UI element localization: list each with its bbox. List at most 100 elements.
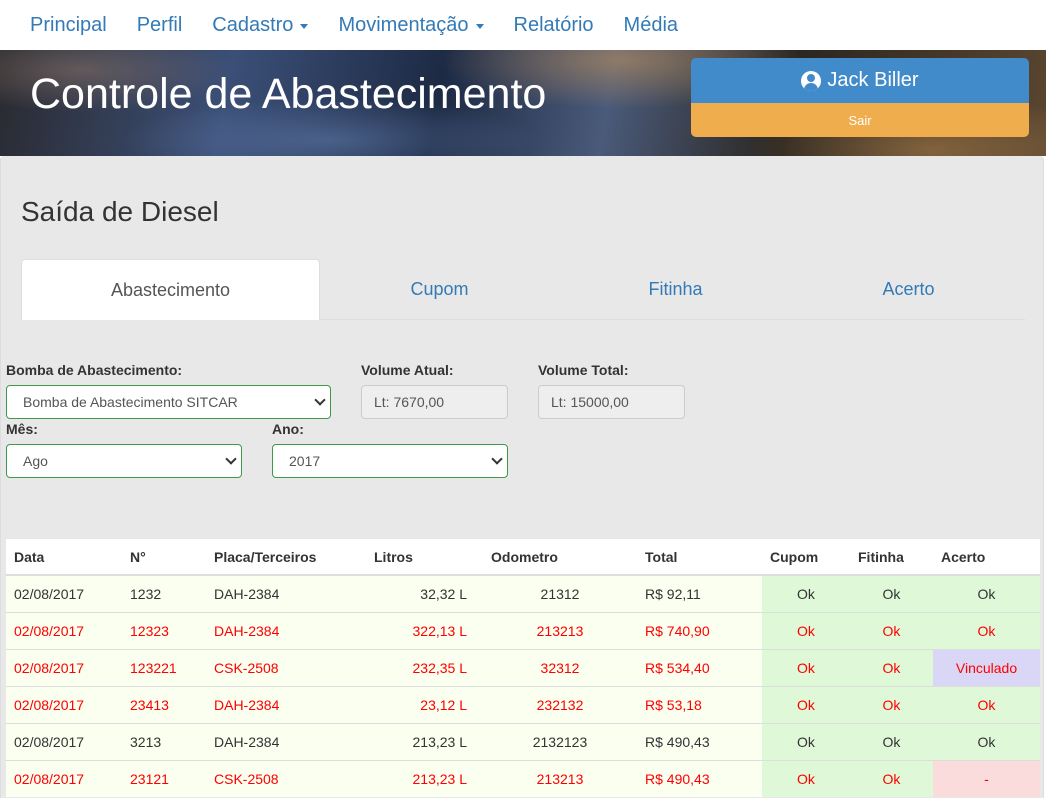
cell-total: R$ 490,43 <box>637 759 762 797</box>
tab-abastecimento[interactable]: Abastecimento <box>21 259 320 320</box>
col-header-total: Total <box>637 539 762 576</box>
caret-down-icon <box>300 23 309 29</box>
nav-item-perfil[interactable]: Perfil <box>122 14 198 37</box>
cell-placa: DAH-2384 <box>206 611 366 649</box>
table-row[interactable]: 02/08/2017 3213 DAH-2384 213,23 L 2132123 R$ … <box>6 722 1040 760</box>
nav-item-media[interactable]: Média <box>609 14 693 37</box>
chevron-down-icon <box>225 453 237 465</box>
cell-number: 23121 <box>122 759 206 797</box>
table-header-row: Data N° Placa/Terceiros Litros Odometro … <box>6 539 1040 576</box>
cell-number: 23413 <box>122 685 206 723</box>
cell-cupom: Ok <box>762 685 850 723</box>
page-title: Saída de Diesel <box>21 196 219 227</box>
user-box: Jack Biller Sair <box>691 58 1029 137</box>
cell-total: R$ 53,18 <box>637 685 762 723</box>
nav-label: Média <box>623 13 679 36</box>
table-row[interactable]: 02/08/2017 23121 CSK-2508 213,23 L 213213 R$ … <box>6 759 1040 797</box>
cell-litros: 213,23 L <box>366 722 483 760</box>
cell-litros: 23,12 L <box>366 685 483 723</box>
user-circle-icon <box>801 70 822 91</box>
cell-data: 02/08/2017 <box>6 685 122 723</box>
col-header-litros: Litros <box>366 539 483 576</box>
cell-litros: 232,35 L <box>366 648 483 686</box>
col-header-cupom: Cupom <box>762 539 850 576</box>
cell-cupom: Ok <box>762 611 850 649</box>
nav-label: Relatório <box>513 13 594 36</box>
cell-litros: 322,13 L <box>366 611 483 649</box>
user-button[interactable]: Jack Biller <box>691 58 1029 103</box>
tab-bar: Abastecimento Cupom Fitinha Acerto <box>21 259 1025 320</box>
cell-number: 1232 <box>122 574 206 612</box>
month-select-value: Ago <box>23 453 48 469</box>
cell-cupom: Ok <box>762 722 850 760</box>
cell-odometro: 232132 <box>483 685 637 723</box>
cell-total: R$ 534,40 <box>637 648 762 686</box>
tab-cupom[interactable]: Cupom <box>320 259 559 320</box>
pump-select-value: Bomba de Abastecimento SITCAR <box>23 394 238 410</box>
cell-acerto: Ok <box>933 574 1040 612</box>
main-panel: Saída de Diesel Abastecimento Cupom Fiti… <box>0 156 1044 798</box>
cell-cupom: Ok <box>762 648 850 686</box>
cell-litros: 32,32 L <box>366 574 483 612</box>
year-select-value: 2017 <box>289 453 321 469</box>
cell-data: 02/08/2017 <box>6 722 122 760</box>
cell-fitinha: Ok <box>850 759 933 797</box>
year-label: Ano: <box>272 421 304 437</box>
caret-down-icon <box>475 23 484 29</box>
nav-label: Principal <box>30 13 107 36</box>
col-header-odometro: Odometro <box>483 539 637 576</box>
user-name: Jack Biller <box>827 69 919 91</box>
tab-fitinha[interactable]: Fitinha <box>559 259 792 320</box>
cell-number: 12323 <box>122 611 206 649</box>
table-row[interactable]: 02/08/2017 23413 DAH-2384 23,12 L 232132 R$ 5… <box>6 685 1040 723</box>
cell-fitinha: Ok <box>850 574 933 612</box>
cell-fitinha: Ok <box>850 611 933 649</box>
pump-select[interactable]: Bomba de Abastecimento SITCAR <box>6 385 331 419</box>
cell-acerto: - <box>933 759 1040 797</box>
cell-number: 123221 <box>122 648 206 686</box>
month-select[interactable]: Ago <box>6 444 242 478</box>
cell-fitinha: Ok <box>850 685 933 723</box>
nav-label: Movimentação <box>338 13 469 36</box>
table-row[interactable]: 02/08/2017 12323 DAH-2384 322,13 L 213213 R$ … <box>6 611 1040 649</box>
col-header-fitinha: Fitinha <box>850 539 933 576</box>
current-volume-field: Lt: 7670,00 <box>361 385 508 419</box>
cell-data: 02/08/2017 <box>6 648 122 686</box>
cell-data: 02/08/2017 <box>6 574 122 612</box>
cell-placa: CSK-2508 <box>206 759 366 797</box>
nav-label: Cadastro <box>212 13 294 36</box>
fueling-table: Data N° Placa/Terceiros Litros Odometro … <box>6 539 1040 797</box>
total-volume-field: Lt: 15000,00 <box>538 385 685 419</box>
cell-acerto: Vinculado <box>933 648 1040 686</box>
cell-cupom: Ok <box>762 759 850 797</box>
year-select[interactable]: 2017 <box>272 444 508 478</box>
cell-fitinha: Ok <box>850 722 933 760</box>
fueling-table-wrapper: Data N° Placa/Terceiros Litros Odometro … <box>6 539 1040 797</box>
month-label: Mês: <box>6 421 38 437</box>
header-banner: Controle de Abastecimento Jack Biller Sa… <box>0 50 1046 156</box>
cell-placa: DAH-2384 <box>206 574 366 612</box>
cell-odometro: 2132123 <box>483 722 637 760</box>
cell-total: R$ 92,11 <box>637 574 762 612</box>
cell-placa: DAH-2384 <box>206 722 366 760</box>
pump-label: Bomba de Abastecimento: <box>6 362 183 378</box>
col-header-acerto: Acerto <box>933 539 1040 576</box>
logout-button[interactable]: Sair <box>691 103 1029 137</box>
table-row[interactable]: 02/08/2017 1232 DAH-2384 32,32 L 21312 R$ 92,… <box>6 574 1040 612</box>
cell-data: 02/08/2017 <box>6 759 122 797</box>
nav-item-movimentacao[interactable]: Movimentação <box>323 14 498 37</box>
cell-data: 02/08/2017 <box>6 611 122 649</box>
chevron-down-icon <box>314 394 326 406</box>
nav-item-principal[interactable]: Principal <box>15 14 122 37</box>
cell-total: R$ 490,43 <box>637 722 762 760</box>
table-row[interactable]: 02/08/2017 123221 CSK-2508 232,35 L 32312 R$ … <box>6 648 1040 686</box>
nav-item-relatorio[interactable]: Relatório <box>499 14 609 37</box>
nav-label: Perfil <box>136 13 183 36</box>
cell-placa: DAH-2384 <box>206 685 366 723</box>
cell-cupom: Ok <box>762 574 850 612</box>
nav-item-cadastro[interactable]: Cadastro <box>197 14 323 37</box>
tab-acerto[interactable]: Acerto <box>792 259 1025 320</box>
cell-acerto: Ok <box>933 722 1040 760</box>
current-volume-label: Volume Atual: <box>361 362 454 378</box>
chevron-down-icon <box>491 453 503 465</box>
